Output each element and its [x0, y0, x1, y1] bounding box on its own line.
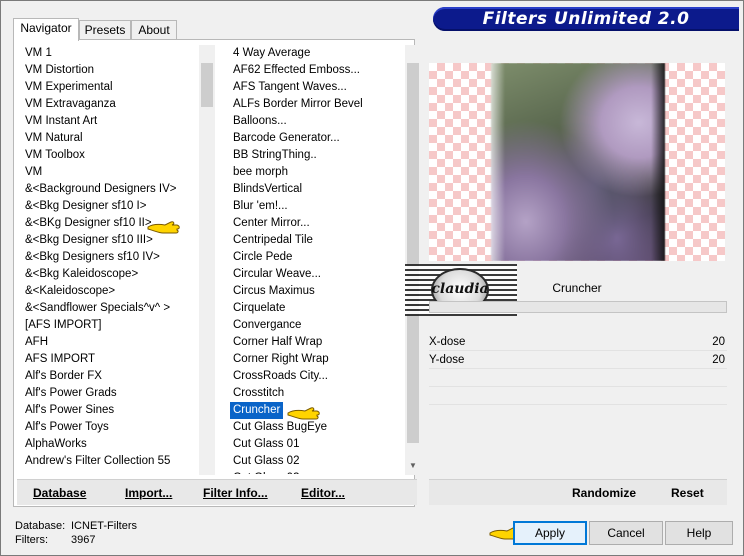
filter-name-text: Cruncher: [552, 281, 602, 295]
app-title: Filters Unlimited 2.0: [482, 9, 690, 29]
title-banner: Filters Unlimited 2.0: [433, 7, 739, 31]
category-scroll-thumb[interactable]: [201, 63, 213, 107]
category-item[interactable]: Alf's Power Sines: [21, 402, 201, 419]
reset-button[interactable]: Reset: [671, 486, 704, 500]
filter-item[interactable]: Corner Right Wrap: [229, 351, 407, 368]
param-row-empty: [429, 369, 727, 387]
tab-navigator[interactable]: Navigator: [13, 18, 79, 41]
category-item[interactable]: VM Experimental: [21, 79, 201, 96]
param-row-y-dose[interactable]: Y-dose 20: [429, 351, 727, 369]
category-item[interactable]: [AFS IMPORT]: [21, 317, 201, 334]
param-value[interactable]: 20: [712, 333, 725, 351]
filter-item[interactable]: Center Mirror...: [229, 215, 407, 232]
category-item[interactable]: AFS IMPORT: [21, 351, 201, 368]
category-scrollbar[interactable]: [199, 45, 215, 475]
filters-unlimited-window: Filters Unlimited 2.0 Navigator Presets …: [0, 0, 744, 556]
database-label: Database:: [15, 520, 66, 532]
pointing-hand-icon: [147, 221, 180, 234]
filter-item[interactable]: Blur 'em!...: [229, 198, 407, 215]
filter-item[interactable]: 4 Way Average: [229, 45, 407, 62]
apply-button[interactable]: Apply: [513, 521, 587, 545]
category-item[interactable]: VM: [21, 164, 201, 181]
import-button[interactable]: Import...: [125, 486, 172, 500]
preview-image: [491, 63, 665, 261]
filter-item[interactable]: Convergance: [229, 317, 407, 334]
filters-label: Filters:: [15, 534, 48, 546]
selected-filter-name: Cruncher: [429, 281, 725, 295]
category-item[interactable]: Andrew's Filter Collection 55: [21, 453, 201, 470]
filter-item[interactable]: BB StringThing..: [229, 147, 407, 164]
filter-item[interactable]: Corner Half Wrap: [229, 334, 407, 351]
category-item[interactable]: AFH: [21, 334, 201, 351]
filter-item[interactable]: Circus Maximus: [229, 283, 407, 300]
filter-item[interactable]: AF62 Effected Emboss...: [229, 62, 407, 79]
filter-item[interactable]: ALFs Border Mirror Bevel: [229, 96, 407, 113]
category-item[interactable]: VM Toolbox: [21, 147, 201, 164]
category-item[interactable]: &<Bkg Designer sf10 I>: [21, 198, 201, 215]
param-row-empty: [429, 387, 727, 405]
category-item[interactable]: VM Distortion: [21, 62, 201, 79]
preview-button-bar: Randomize Reset: [429, 479, 727, 505]
randomize-button[interactable]: Randomize: [572, 486, 636, 500]
database-value: ICNET-Filters: [71, 520, 137, 532]
help-button[interactable]: Help: [665, 521, 733, 545]
tab-about[interactable]: About: [131, 20, 177, 40]
filter-item[interactable]: BlindsVertical: [229, 181, 407, 198]
preview-area: [429, 63, 725, 261]
navigator-button-bar: Database Import... Filter Info... Editor…: [17, 479, 417, 505]
category-item[interactable]: &<Sandflower Specials^v^ >: [21, 300, 201, 317]
category-item[interactable]: &<Kaleidoscope>: [21, 283, 201, 300]
filter-item[interactable]: Cut Glass 02: [229, 453, 407, 470]
filters-count: 3967: [71, 534, 96, 546]
category-item[interactable]: &<Background Designers IV>: [21, 181, 201, 198]
param-name: Y-dose: [429, 354, 465, 366]
category-item[interactable]: Alf's Border FX: [21, 368, 201, 385]
category-list[interactable]: VM 1 VM Distortion VM Experimental VM Extra…: [21, 45, 201, 474]
database-button[interactable]: Database: [33, 486, 86, 500]
filter-item[interactable]: CrossRoads City...: [229, 368, 407, 385]
editor-button[interactable]: Editor...: [301, 486, 345, 500]
filter-scrollbar[interactable]: ▼: [405, 45, 421, 475]
filter-scroll-thumb[interactable]: [407, 63, 419, 443]
category-item[interactable]: Alf's Power Toys: [21, 419, 201, 436]
category-item[interactable]: &<Bkg Designers sf10 IV>: [21, 249, 201, 266]
filter-item[interactable]: AFS Tangent Waves...: [229, 79, 407, 96]
filter-item[interactable]: Balloons...: [229, 113, 407, 130]
filter-divider: [429, 301, 727, 313]
category-item[interactable]: AlphaWorks: [21, 436, 201, 453]
category-item[interactable]: VM Instant Art: [21, 113, 201, 130]
filter-info-button[interactable]: Filter Info...: [203, 486, 268, 500]
category-item[interactable]: Alf's Power Grads: [21, 385, 201, 402]
cancel-button[interactable]: Cancel: [589, 521, 663, 545]
category-item[interactable]: VM 1: [21, 45, 201, 62]
database-info: Database: ICNET-Filters Filters: 3967: [15, 519, 137, 547]
filter-item[interactable]: Cut Glass 01: [229, 436, 407, 453]
param-row-x-dose[interactable]: X-dose 20: [429, 333, 727, 351]
filter-item[interactable]: Barcode Generator...: [229, 130, 407, 147]
category-item[interactable]: &<Bkg Kaleidoscope>: [21, 266, 201, 283]
tab-presets[interactable]: Presets: [79, 20, 131, 40]
parameter-list: X-dose 20 Y-dose 20: [429, 333, 727, 405]
category-item[interactable]: VM Natural: [21, 130, 201, 147]
filter-item[interactable]: Cut Glass BugEye: [229, 419, 407, 436]
filter-item[interactable]: Cruncher: [230, 402, 284, 419]
filter-item[interactable]: Cut Glass 03: [229, 470, 407, 474]
filter-item[interactable]: Cirquelate: [229, 300, 407, 317]
category-item[interactable]: VM Extravaganza: [21, 96, 201, 113]
scroll-down-icon[interactable]: ▼: [405, 459, 421, 473]
filter-item[interactable]: Circle Pede: [229, 249, 407, 266]
pointing-hand-icon: [287, 407, 320, 420]
filter-item[interactable]: Circular Weave...: [229, 266, 407, 283]
filter-item[interactable]: Centripedal Tile: [229, 232, 407, 249]
param-value[interactable]: 20: [712, 351, 725, 369]
filter-item[interactable]: bee morph: [229, 164, 407, 181]
param-name: X-dose: [429, 336, 466, 348]
filter-item[interactable]: Crosstitch: [229, 385, 407, 402]
